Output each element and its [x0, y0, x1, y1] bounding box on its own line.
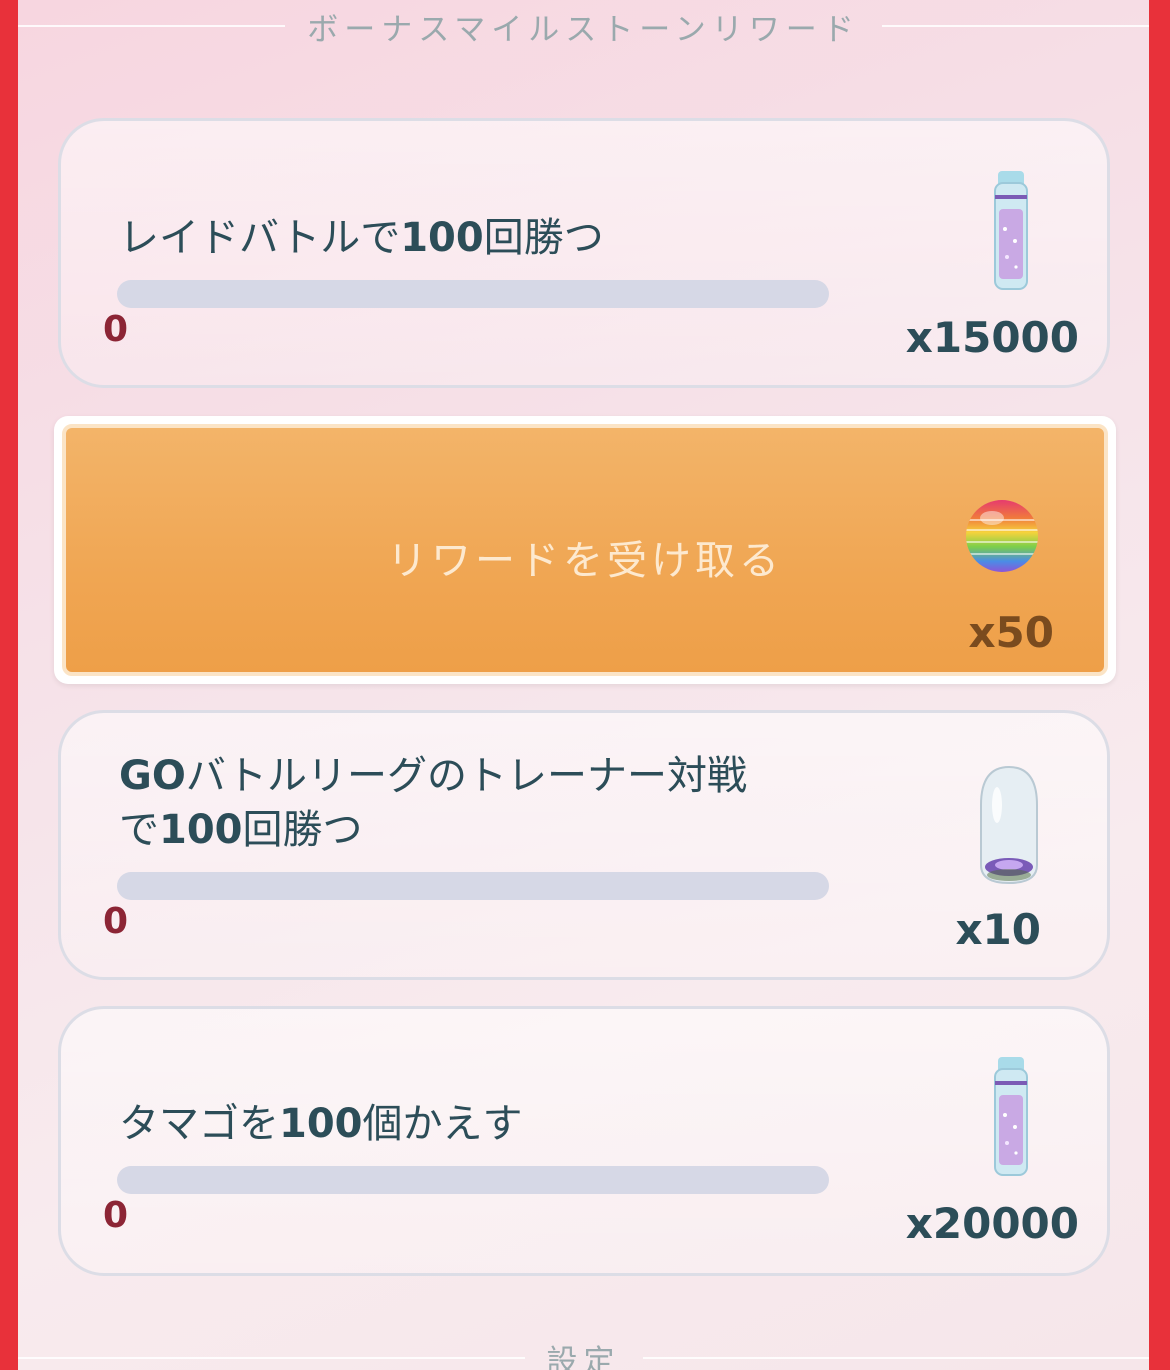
reward-quantity: x15000 — [905, 313, 1079, 362]
task-label-text: レイドバトルで — [119, 215, 401, 261]
progress-bar — [117, 872, 829, 900]
task-label: タマゴを100個かえす — [119, 1097, 523, 1151]
task-label-number: 100 — [279, 1101, 363, 1147]
header-divider-right — [881, 25, 1149, 27]
milestone-card-hatch-eggs: タマゴを100個かえす 0 x20000 — [58, 1006, 1110, 1276]
claim-reward-label: リワードを受け取る — [387, 538, 783, 584]
stardust-bottle-icon — [994, 1057, 1028, 1176]
task-label-text: 回勝つ — [483, 215, 604, 261]
task-label-text: 回勝つ — [242, 807, 363, 853]
task-label-text: バトルリーグのトレーナー対戦 — [185, 753, 748, 799]
stardust-bottle-icon — [994, 171, 1028, 290]
header-divider-left — [18, 25, 286, 27]
task-label-text: 個かえす — [362, 1101, 523, 1147]
incense-capsule-icon — [980, 765, 1038, 885]
claim-reward-body[interactable]: リワードを受け取る x50 — [62, 424, 1108, 676]
task-label-number: 100 — [159, 807, 243, 853]
settings-title: 設定 — [546, 1343, 621, 1370]
reward-quantity: x50 — [968, 608, 1054, 657]
rainbow-sphere-icon — [966, 500, 1038, 572]
progress-bar — [117, 1166, 829, 1194]
task-label-text: で — [119, 807, 159, 853]
task-label: レイドバトルで100回勝つ — [119, 211, 604, 265]
progress-count: 0 — [103, 309, 129, 350]
claim-reward-button[interactable]: リワードを受け取る x50 — [54, 416, 1116, 684]
progress-count: 0 — [103, 1195, 129, 1236]
task-label-go: GO — [119, 753, 186, 799]
progress-count: 0 — [103, 901, 129, 942]
section-header: ボーナスマイルストーンリワード — [18, 0, 1149, 52]
task-label-text: タマゴを — [119, 1101, 279, 1147]
milestone-card-raid: レイドバトルで100回勝つ 0 x15000 — [58, 118, 1110, 388]
milestone-card-go-battle-league: GOバトルリーグのトレーナー対戦 で100回勝つ 0 x10 — [58, 710, 1110, 980]
milestone-panel: ボーナスマイルストーンリワード レイドバトルで100回勝つ 0 x15000 リ… — [18, 0, 1149, 1370]
header-divider-left — [18, 1357, 525, 1359]
task-label: GOバトルリーグのトレーナー対戦 で100回勝つ — [119, 749, 747, 857]
progress-bar — [117, 280, 829, 308]
section-title: ボーナスマイルストーンリワード — [307, 11, 860, 48]
header-divider-right — [642, 1357, 1149, 1359]
task-label-number: 100 — [400, 215, 484, 261]
settings-section-header: 設定 — [18, 1332, 1149, 1370]
reward-quantity: x10 — [955, 905, 1041, 954]
reward-quantity: x20000 — [905, 1199, 1079, 1248]
